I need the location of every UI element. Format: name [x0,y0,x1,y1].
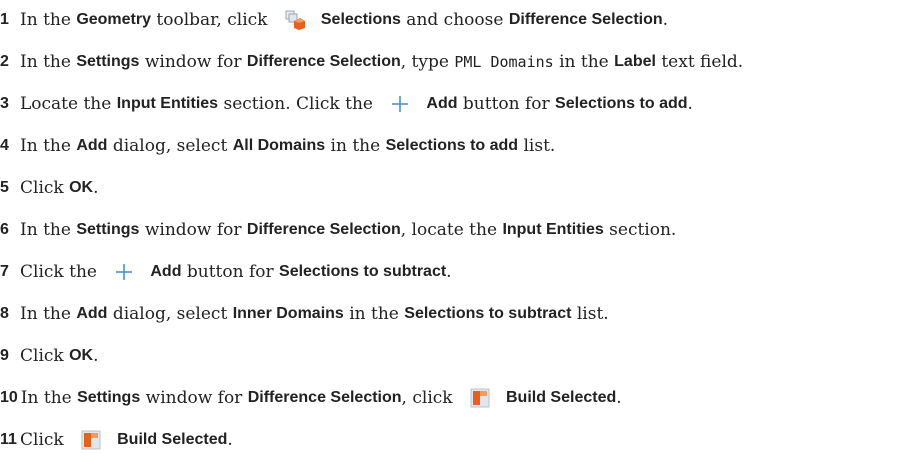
ui-term: Build Selected [117,431,228,448]
step-text: list. [518,136,556,156]
step-11: 11 Click Build Selected. [0,420,917,460]
step-text: , click [401,388,458,408]
ui-term: Difference Selection [508,11,663,28]
step-text: Click [20,430,70,450]
ui-term: Add [150,263,182,280]
step-text: In the [20,220,77,240]
step-text: list. [571,304,609,324]
ui-term: Input Entities [116,95,219,112]
plus-icon [112,261,136,283]
step-4: 4 In the Add dialog, select All Domains i… [0,126,917,166]
step-text: . [687,94,693,114]
step-text: , locate the [400,220,503,240]
step-text: text field. [655,52,744,72]
step-text: In the [20,388,78,408]
ui-term: Inner Domains [232,305,344,322]
step-text: section. [603,220,677,240]
step-8: 8 In the Add dialog, select Inner Domains… [0,294,917,334]
step-text: . [227,430,233,450]
step-text: dialog, select [107,136,233,156]
step-text: Locate the [20,94,117,114]
step-number: 11 [0,431,17,448]
ui-term: Difference Selection [247,389,402,406]
ui-term: Build Selected [505,389,617,406]
ui-term: Selections to subtract [404,305,572,322]
ui-term: Input Entities [502,221,604,238]
step-number: 6 [0,221,9,238]
step-text: , type [400,52,455,72]
ui-term: OK [69,179,94,196]
ui-term: Settings [76,221,140,238]
build-selected-icon [468,387,492,409]
step-9: 9 Click OK. [0,336,917,376]
step-text: toolbar, click [151,10,273,30]
ui-term: Add [76,305,108,322]
step-number: 8 [0,305,9,322]
step-text: In the [20,10,77,30]
selections-icon [283,9,307,31]
ui-term: Selections [320,11,401,28]
code-value: PML Domains [454,53,554,71]
step-text: In the [20,304,77,324]
step-number: 9 [0,347,9,364]
step-number: 4 [0,137,9,154]
ui-term: Add [76,137,108,154]
step-text: in the [343,304,405,324]
step-3: 3 Locate the Input Entities section. Clic… [0,84,917,124]
step-1: 1 In the Geometry toolbar, click Selectio… [0,0,917,40]
step-text: . [616,388,622,408]
ui-term: Settings [77,389,141,406]
step-text: in the [325,136,386,156]
step-text: and choose [400,10,509,30]
step-number: 2 [0,53,9,70]
ui-term: Label [614,53,656,70]
step-text: . [93,178,99,198]
plus-icon [388,93,412,115]
step-number: 7 [0,263,9,280]
build-selected-icon [79,429,103,451]
step-number: 3 [0,95,9,112]
step-text: Click the [20,262,103,282]
step-text: section. Click the [218,94,379,114]
step-text: . [446,262,452,282]
step-text: window for [140,388,248,408]
ui-term: Difference Selection [246,53,401,70]
step-5: 5 Click OK. [0,168,917,208]
step-text: In the [20,136,77,156]
step-text: dialog, select [107,304,233,324]
step-text: window for [139,220,247,240]
ui-term: OK [69,347,94,364]
step-2: 2 In the Settings window for Difference S… [0,42,917,82]
ui-term: Settings [76,53,140,70]
step-text: in the [553,52,615,72]
ui-term: Difference Selection [246,221,401,238]
step-10: 10 In the Settings window for Difference … [0,378,917,418]
step-text: . [93,346,99,366]
step-number: 5 [0,179,9,196]
step-text: In the [20,52,77,72]
step-text: window for [139,52,247,72]
step-number: 1 [0,11,9,28]
step-text: . [662,10,669,30]
ui-term: Selections to add [385,137,519,154]
step-text: Click [20,346,70,366]
step-text: button for [181,262,280,282]
ui-term: All Domains [232,137,326,154]
step-7: 7 Click the Add button for Selections to … [0,252,917,292]
step-text: button for [457,94,556,114]
ui-term: Geometry [76,11,152,28]
ui-term: Selections to add [555,95,688,112]
ui-term: Add [426,95,458,112]
step-6: 6 In the Settings window for Difference S… [0,210,917,250]
step-text: Click [20,178,70,198]
step-number: 10 [0,389,18,406]
ui-term: Selections to subtract [279,263,447,280]
